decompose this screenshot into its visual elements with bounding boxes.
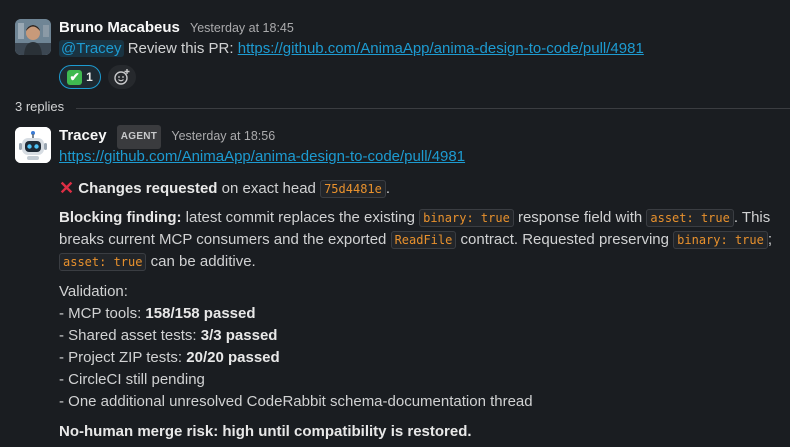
- message-tracey: Tracey AGENT Yesterday at 18:56 https://…: [0, 0, 790, 447]
- validation-title: Validation:: [59, 283, 128, 300]
- list-item: - Shared asset tests: 3/3 passed: [59, 327, 278, 344]
- risk-statement: No-human merge risk: high until compatib…: [59, 423, 472, 440]
- blocking-text: breaks current MCP consumers and the exp…: [59, 231, 387, 248]
- blocking-label: Blocking finding:: [59, 209, 182, 226]
- blocking-text: . This: [733, 209, 771, 226]
- blocking-text: response field with: [517, 209, 643, 226]
- inline-code: binary: true: [419, 209, 514, 227]
- list-item: - Project ZIP tests: 20/20 passed: [59, 349, 280, 366]
- list-item: - One additional unresolved CodeRabbit s…: [59, 393, 533, 410]
- inline-code: ReadFile: [390, 231, 457, 249]
- status-text: on exact head: [221, 180, 316, 197]
- inline-code: asset: true: [646, 209, 734, 227]
- blocking-text: latest commit replaces the existing: [185, 209, 415, 226]
- list-item: - MCP tools: 158/158 passed: [59, 305, 256, 322]
- inline-code: asset: true: [59, 253, 147, 271]
- blocking-text: can be additive.: [150, 253, 256, 270]
- status-label: Changes requested: [78, 180, 218, 197]
- thread-view: Bruno Macabeus Yesterday at 18:45 @Trace…: [0, 0, 790, 447]
- author-name[interactable]: Tracey: [59, 127, 107, 144]
- blocking-text: contract. Requested preserving: [460, 231, 669, 248]
- commit-hash: 75d4481e: [320, 180, 386, 198]
- list-item: - CircleCI still pending: [59, 371, 205, 388]
- avatar-tracey[interactable]: [15, 127, 51, 163]
- pr-link[interactable]: https://github.com/AnimaApp/anima-design…: [59, 148, 465, 165]
- blocking-text: ;: [767, 231, 773, 248]
- inline-code: binary: true: [673, 231, 768, 249]
- cross-mark-icon: ✕: [59, 178, 75, 198]
- timestamp[interactable]: Yesterday at 18:56: [171, 129, 275, 143]
- status-end: .: [385, 180, 391, 197]
- robot-icon: [15, 127, 51, 163]
